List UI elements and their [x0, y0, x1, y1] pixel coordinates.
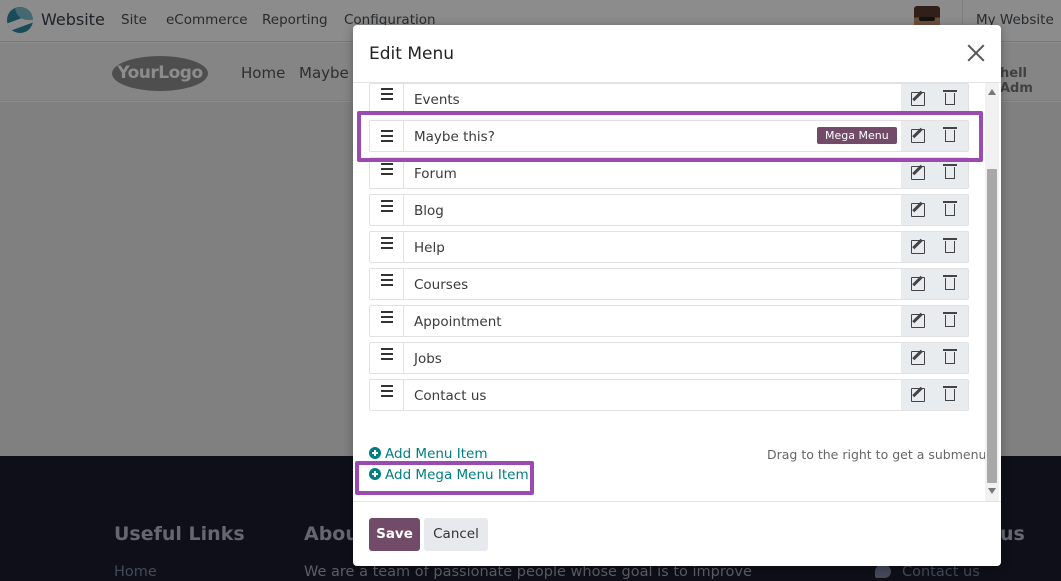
menu-item-label: Forum	[414, 166, 457, 182]
menu-item-row[interactable]: Help	[369, 231, 969, 263]
submenu-hint: Drag to the right to get a submenu	[767, 447, 987, 462]
trash-icon[interactable]	[943, 312, 957, 327]
drag-handle-icon[interactable]	[370, 306, 404, 336]
edit-icon[interactable]	[911, 277, 925, 291]
row-actions	[901, 84, 968, 114]
edit-icon[interactable]	[911, 240, 925, 254]
drag-handle-icon[interactable]	[370, 195, 404, 225]
scroll-thumb[interactable]	[987, 169, 997, 483]
highlight-mega-menu-row	[357, 111, 983, 162]
dialog-scrollbar[interactable]	[985, 83, 999, 501]
menu-item-label: Jobs	[414, 351, 442, 367]
add-mega-menu-item-link[interactable]: Add Mega Menu Item	[369, 467, 529, 483]
row-actions	[901, 269, 968, 299]
menu-item-row[interactable]: Courses	[369, 268, 969, 300]
trash-icon[interactable]	[943, 201, 957, 216]
drag-handle-icon[interactable]	[370, 84, 404, 114]
row-actions	[901, 195, 968, 225]
trash-icon[interactable]	[943, 164, 957, 179]
edit-icon[interactable]	[911, 166, 925, 180]
plus-circle-icon	[369, 447, 381, 459]
add-menu-item-label: Add Menu Item	[385, 446, 488, 462]
row-actions	[901, 232, 968, 262]
menu-item-label: Courses	[414, 277, 469, 293]
trash-icon[interactable]	[943, 238, 957, 253]
edit-icon[interactable]	[911, 203, 925, 217]
menu-item-label: Appointment	[414, 314, 502, 330]
drag-handle-icon[interactable]	[370, 380, 404, 410]
row-actions	[901, 343, 968, 373]
cancel-button[interactable]: Cancel	[424, 518, 488, 551]
menu-item-label: Contact us	[414, 388, 487, 404]
menu-item-label: Events	[414, 92, 460, 108]
trash-icon[interactable]	[943, 349, 957, 364]
trash-icon[interactable]	[943, 275, 957, 290]
edit-icon[interactable]	[911, 388, 925, 402]
add-menu-item-link[interactable]: Add Menu Item	[369, 446, 488, 462]
menu-item-row[interactable]: Blog	[369, 194, 969, 226]
edit-icon[interactable]	[911, 92, 925, 106]
edit-icon[interactable]	[911, 351, 925, 365]
dialog-title: Edit Menu	[369, 44, 454, 64]
drag-handle-icon[interactable]	[370, 343, 404, 373]
save-button[interactable]: Save	[369, 518, 420, 551]
row-actions	[901, 158, 968, 188]
drag-handle-icon[interactable]	[370, 269, 404, 299]
trash-icon[interactable]	[943, 90, 957, 105]
drag-handle-icon[interactable]	[370, 232, 404, 262]
edit-icon[interactable]	[911, 314, 925, 328]
plus-circle-icon	[369, 468, 381, 480]
row-actions	[901, 306, 968, 336]
row-actions	[901, 380, 968, 410]
menu-item-row[interactable]: Contact us	[369, 379, 969, 411]
dialog-body: Events Maybe this? Mega Menu Forum Blog …	[353, 82, 1001, 502]
edit-menu-dialog: Edit Menu Events Maybe this? Mega Menu F…	[353, 25, 1001, 566]
menu-item-label: Blog	[414, 203, 444, 219]
scroll-up-icon[interactable]	[988, 89, 996, 95]
close-icon[interactable]	[965, 42, 987, 64]
add-mega-menu-item-label: Add Mega Menu Item	[385, 467, 529, 483]
menu-item-row[interactable]: Jobs	[369, 342, 969, 374]
menu-item-row[interactable]: Appointment	[369, 305, 969, 337]
drag-handle-icon[interactable]	[370, 158, 404, 188]
scroll-down-icon[interactable]	[988, 488, 996, 494]
menu-item-label: Help	[414, 240, 445, 256]
trash-icon[interactable]	[943, 386, 957, 401]
